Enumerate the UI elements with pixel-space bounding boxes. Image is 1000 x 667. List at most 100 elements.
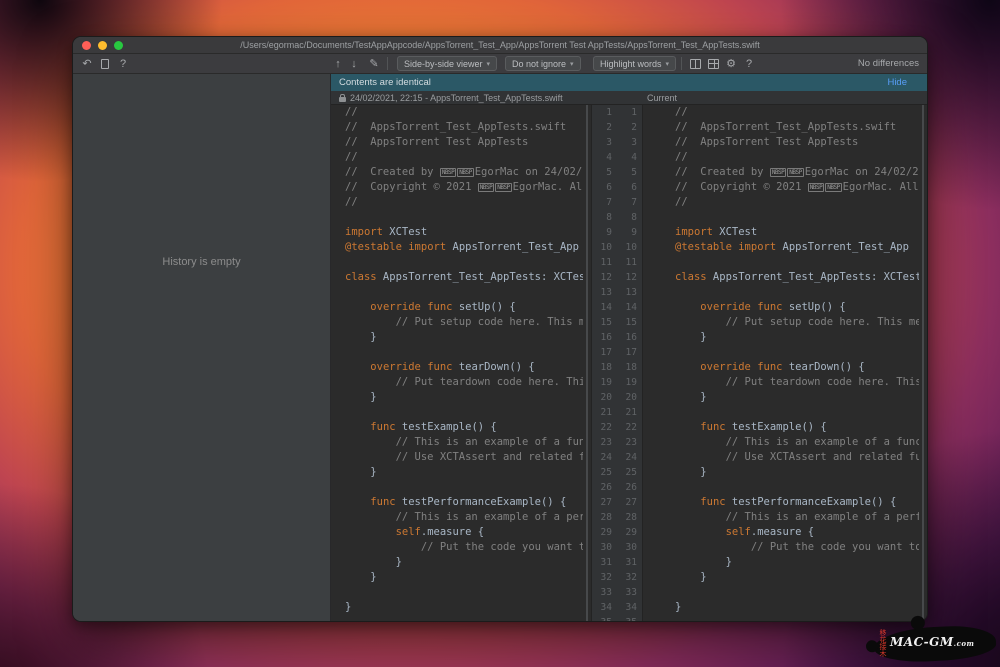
help-icon-left[interactable]: ?	[117, 54, 129, 73]
previous-difference-icon[interactable]: ↑	[331, 54, 345, 73]
line-number: 17	[617, 345, 637, 360]
diff-right-pane[interactable]: //// AppsTorrent_Test_AppTests.swift// A…	[643, 105, 919, 621]
line-number: 10	[592, 240, 612, 255]
line-number: 31	[617, 555, 637, 570]
line-number: 11	[592, 255, 612, 270]
help-icon-right[interactable]: ?	[743, 54, 755, 73]
code-line: // Put setup code here. This method is c…	[345, 315, 583, 330]
left-line-numbers: 1234567891011121314151617181920212223242…	[592, 105, 617, 621]
code-line: override func tearDown() {	[345, 360, 583, 375]
code-line: func testPerformanceExample() {	[675, 495, 919, 510]
code-line: import XCTest	[675, 225, 919, 240]
line-number: 4	[592, 150, 612, 165]
line-number: 30	[617, 540, 637, 555]
code-line: @testable import AppsTorrent_Test_App	[675, 240, 919, 255]
diff-column-headers: 24/02/2021, 22:15 - AppsTorrent_Test_App…	[331, 91, 927, 105]
right-pane-scrollbar[interactable]	[919, 105, 927, 621]
diff-left-pane[interactable]: //// AppsTorrent_Test_AppTests.swift// A…	[331, 105, 583, 621]
line-number: 26	[617, 480, 637, 495]
line-number: 8	[592, 210, 612, 225]
line-number: 26	[592, 480, 612, 495]
line-number: 31	[592, 555, 612, 570]
code-line: //	[675, 105, 919, 120]
zoom-button[interactable]	[114, 41, 123, 50]
line-number: 16	[617, 330, 637, 345]
code-line: // AppsTorrent_Test_AppTests.swift	[675, 120, 919, 135]
line-number: 2	[617, 120, 637, 135]
code-line: @testable import AppsTorrent_Test_App	[345, 240, 583, 255]
line-number: 20	[592, 390, 612, 405]
line-number: 22	[592, 420, 612, 435]
revert-file-icon[interactable]	[97, 54, 113, 73]
code-line	[345, 285, 583, 300]
code-line	[675, 210, 919, 225]
code-line: }	[345, 570, 583, 585]
line-number: 7	[592, 195, 612, 210]
desktop-wallpaper: /Users/egormac/Documents/TestAppAppcode/…	[0, 0, 1000, 667]
code-line: func testExample() {	[345, 420, 583, 435]
code-line: //	[345, 195, 583, 210]
code-line: func testExample() {	[675, 420, 919, 435]
code-line: // Put setup code here. This method is c…	[675, 315, 919, 330]
close-button[interactable]	[82, 41, 91, 50]
line-number: 33	[592, 585, 612, 600]
hide-link[interactable]: Hide	[887, 77, 907, 88]
line-number: 3	[592, 135, 612, 150]
line-number: 10	[617, 240, 637, 255]
line-number: 17	[592, 345, 612, 360]
line-number: 32	[592, 570, 612, 585]
code-line: override func setUp() {	[345, 300, 583, 315]
code-line: func testPerformanceExample() {	[345, 495, 583, 510]
main-split: History is empty Contents are identical …	[73, 74, 927, 621]
line-number: 13	[617, 285, 637, 300]
line-number: 2	[592, 120, 612, 135]
watermark-brand-main: MAC-GM	[890, 635, 954, 649]
edit-icon[interactable]: ✎	[367, 54, 381, 73]
side-by-side-layout-icon[interactable]	[687, 54, 703, 73]
code-line: class AppsTorrent_Test_AppTests: XCTestC…	[345, 270, 583, 285]
left-file-header: 24/02/2021, 22:15 - AppsTorrent_Test_App…	[339, 91, 563, 105]
code-line: }	[345, 390, 583, 405]
code-line: }	[345, 555, 583, 570]
left-file-header-label: 24/02/2021, 22:15 - AppsTorrent_Test_App…	[350, 93, 563, 103]
viewer-mode-dropdown[interactable]: Side-by-side viewer ▾	[397, 56, 497, 71]
traffic-lights	[82, 41, 123, 50]
settings-gear-icon[interactable]: ⚙	[723, 54, 739, 73]
line-number: 6	[617, 180, 637, 195]
window-titlebar[interactable]: /Users/egormac/Documents/TestAppAppcode/…	[73, 37, 927, 54]
highlight-mode-dropdown[interactable]: Highlight words ▾	[593, 56, 676, 71]
line-number: 35	[617, 615, 637, 621]
viewer-mode-value: Side-by-side viewer	[404, 59, 483, 69]
chevron-down-icon: ▾	[487, 60, 491, 68]
minimize-button[interactable]	[98, 41, 107, 50]
right-file-header: Current	[647, 91, 677, 105]
line-number: 27	[617, 495, 637, 510]
code-line: override func setUp() {	[675, 300, 919, 315]
code-line: }	[345, 330, 583, 345]
line-number: 15	[617, 315, 637, 330]
line-number: 23	[592, 435, 612, 450]
code-line: // Put teardown code here. This method i…	[675, 375, 919, 390]
code-line: class AppsTorrent_Test_AppTests: XCTestC…	[675, 270, 919, 285]
code-line: import XCTest	[345, 225, 583, 240]
line-number: 35	[592, 615, 612, 621]
unified-layout-icon[interactable]	[705, 54, 721, 73]
line-number: 29	[592, 525, 612, 540]
left-pane-scrollbar[interactable]	[583, 105, 591, 621]
line-number: 12	[617, 270, 637, 285]
code-line	[345, 585, 583, 600]
line-number: 24	[592, 450, 612, 465]
line-number: 18	[592, 360, 612, 375]
columns-icon	[690, 59, 701, 69]
right-line-numbers: 1234567891011121314151617181920212223242…	[617, 105, 642, 621]
code-line: // This is an example of a performance t…	[345, 510, 583, 525]
line-number: 5	[592, 165, 612, 180]
line-number: 3	[617, 135, 637, 150]
line-number: 4	[617, 150, 637, 165]
code-line: // This is an example of a functional te…	[675, 435, 919, 450]
code-line: }	[345, 600, 583, 615]
undo-icon[interactable]: ↶	[79, 54, 95, 73]
ignore-policy-dropdown[interactable]: Do not ignore ▾	[505, 56, 581, 71]
next-difference-icon[interactable]: ↓	[347, 54, 361, 73]
line-number: 9	[592, 225, 612, 240]
